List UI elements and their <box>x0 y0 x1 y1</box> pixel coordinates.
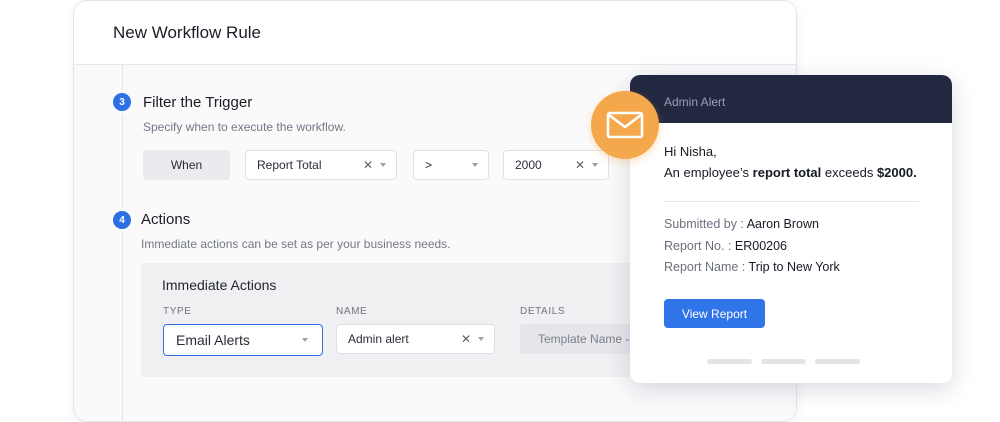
card-title: New Workflow Rule <box>113 23 262 42</box>
action-name-select[interactable]: Admin alert ✕ <box>336 324 495 354</box>
envelope-icon <box>606 111 644 139</box>
action-name-value: Admin alert <box>348 332 409 346</box>
placeholder-line <box>761 359 806 364</box>
mail-badge <box>591 91 659 159</box>
alert-divider <box>664 201 919 202</box>
placeholder-line <box>707 359 752 364</box>
alert-message-bold-amount: $2000. <box>876 165 917 180</box>
operator-select[interactable]: > <box>413 150 489 180</box>
admin-alert-email-card: Admin Alert Hi Nisha, An employee’s repo… <box>630 75 952 383</box>
alert-message-bold-total: report total <box>752 165 822 180</box>
clear-icon[interactable]: ✕ <box>575 158 585 172</box>
placeholder-line <box>815 359 860 364</box>
submitted-by-label: Submitted by : <box>664 217 747 231</box>
immediate-actions-title: Immediate Actions <box>162 277 277 293</box>
alert-header-title: Admin Alert <box>664 95 726 109</box>
report-name-label: Report Name : <box>664 260 749 274</box>
details-column-label: DETAILS <box>520 306 566 317</box>
step-3-badge: 3 <box>113 93 131 111</box>
card-header: New Workflow Rule <box>74 1 796 65</box>
report-name-value: Trip to New York <box>748 260 840 274</box>
alert-message-middle: exceeds <box>821 165 877 180</box>
value-input[interactable]: 2000 ✕ <box>503 150 609 180</box>
chevron-down-icon[interactable] <box>592 163 598 167</box>
trigger-field-select[interactable]: Report Total ✕ <box>245 150 397 180</box>
alert-greeting: Hi Nisha, <box>664 144 717 159</box>
type-column-label: TYPE <box>163 306 192 317</box>
report-no-row: Report No. : ER00206 <box>664 239 787 253</box>
report-no-value: ER00206 <box>734 239 787 253</box>
when-label: When <box>143 150 230 180</box>
step-4-title: Actions <box>141 211 191 228</box>
report-name-row: Report Name : Trip to New York <box>664 260 840 274</box>
name-column-label: NAME <box>336 306 368 317</box>
alert-message: An employee’s report total exceeds $2000… <box>664 165 917 180</box>
step-timeline <box>122 64 123 421</box>
report-no-label: Report No. : <box>664 239 735 253</box>
view-report-button[interactable]: View Report <box>664 299 765 328</box>
chevron-down-icon[interactable] <box>380 163 386 167</box>
alert-message-prefix: An employee’s <box>664 165 753 180</box>
chevron-down-icon[interactable] <box>302 338 308 342</box>
operator-value: > <box>425 158 433 172</box>
step-3-title: Filter the Trigger <box>143 94 253 111</box>
action-type-value: Email Alerts <box>176 332 250 348</box>
clear-icon[interactable]: ✕ <box>461 332 471 346</box>
submitted-by-value: Aaron Brown <box>746 217 819 231</box>
trigger-value: 2000 <box>515 158 542 172</box>
step-4-badge: 4 <box>113 211 131 229</box>
step-4-description: Immediate actions can be set as per your… <box>141 237 451 251</box>
trigger-field-value: Report Total <box>257 158 322 172</box>
chevron-down-icon[interactable] <box>478 337 484 341</box>
alert-header: Admin Alert <box>630 75 952 123</box>
submitted-by-row: Submitted by : Aaron Brown <box>664 217 819 231</box>
step-3-description: Specify when to execute the workflow. <box>143 120 346 134</box>
action-type-select[interactable]: Email Alerts <box>163 324 323 356</box>
clear-icon[interactable]: ✕ <box>363 158 373 172</box>
chevron-down-icon[interactable] <box>472 163 478 167</box>
